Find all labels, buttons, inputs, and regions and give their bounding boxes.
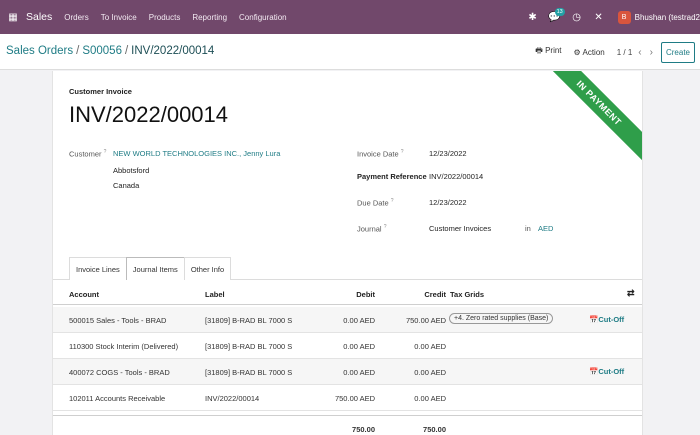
breadcrumb-separator: / xyxy=(76,45,80,57)
journal-field[interactable]: Customer Invoices xyxy=(429,224,491,233)
cell-credit: 0.00 AED xyxy=(414,394,446,403)
customer-address-city: Abbotsford xyxy=(113,166,150,175)
notebook-tabs: Invoice Lines Journal Items Other Info xyxy=(69,257,232,280)
user-name[interactable]: Bhushan (testrad2 xyxy=(635,13,700,22)
total-debit: 750.00 xyxy=(352,425,375,434)
breadcrumb-order[interactable]: S00056 xyxy=(82,45,122,57)
cell-account: 110300 Stock Interim (Delivered) xyxy=(69,342,179,351)
customer-address-country: Canada xyxy=(113,181,140,190)
breadcrumb: Sales Orders / S00056/INV/2022/00014 xyxy=(6,45,214,57)
app-name[interactable]: Sales xyxy=(26,11,52,23)
printer-icon: 🖶 xyxy=(535,46,543,55)
menu-to-invoice[interactable]: To Invoice xyxy=(101,13,137,22)
cell-debit: 750.00 AED xyxy=(334,394,375,403)
tools-icon[interactable]: ✕ xyxy=(590,12,608,23)
breadcrumb-current: INV/2022/00014 xyxy=(131,45,215,57)
invoice-form-sheet: IN PAYMENT Customer Invoice INV/2022/000… xyxy=(52,71,643,435)
calendar-icon: 📅 xyxy=(589,367,599,376)
tab-journal-items[interactable]: Journal Items xyxy=(125,257,185,280)
action-label: Action xyxy=(582,47,605,57)
column-label[interactable]: Label xyxy=(205,290,225,299)
invoice-date-field[interactable]: 12/23/2022 xyxy=(429,149,467,158)
avatar[interactable]: B xyxy=(617,10,631,24)
invoice-date-label: Invoice Date ? xyxy=(357,149,404,159)
breadcrumb-sales-orders[interactable]: Sales Orders xyxy=(6,45,73,57)
cell-credit: 0.00 AED xyxy=(414,342,446,351)
gear-icon: ⚙ xyxy=(573,47,581,57)
payment-reference-field[interactable]: INV/2022/00014 xyxy=(429,172,483,181)
menu-orders[interactable]: Orders xyxy=(64,13,88,22)
page-title: INV/2022/00014 xyxy=(69,102,229,127)
print-button[interactable]: 🖶 Print xyxy=(535,45,561,59)
chat-icon[interactable]: 💬 13 xyxy=(546,7,565,23)
cutoff-button[interactable]: 📅Cut-Off xyxy=(589,367,624,376)
table-row[interactable]: 400072 COGS - Tools - BRAD [31809] B-RAD… xyxy=(53,359,642,385)
action-button[interactable]: ⚙ Action xyxy=(574,48,605,57)
clock-icon[interactable]: ◷ xyxy=(568,12,586,23)
chat-count-badge: 13 xyxy=(554,7,565,16)
due-date-label: Due Date ? xyxy=(357,198,394,208)
table-row[interactable]: 500015 Sales - Tools - BRAD [31809] B-RA… xyxy=(53,307,642,333)
customer-field[interactable]: NEW WORLD TECHNOLOGIES INC., Jenny Lura xyxy=(113,149,280,158)
breadcrumb-separator: / xyxy=(124,45,129,57)
customer-label: Customer ? xyxy=(69,149,107,159)
cell-label: [31809] B-RAD BL 7000 S xyxy=(205,368,293,377)
menu-reporting[interactable]: Reporting xyxy=(192,13,227,22)
tab-other-info[interactable]: Other Info xyxy=(183,257,232,280)
due-date-field[interactable]: 12/23/2022 xyxy=(429,198,467,207)
cell-account: 500015 Sales - Tools - BRAD xyxy=(69,316,167,325)
cell-label: INV/2022/00014 xyxy=(205,394,260,403)
calendar-icon: 📅 xyxy=(589,315,599,324)
journal-in-text: in xyxy=(525,224,531,233)
cell-debit: 0.00 AED xyxy=(343,368,375,377)
table-row[interactable]: 110300 Stock Interim (Delivered) [31809]… xyxy=(53,333,642,359)
menu-products[interactable]: Products xyxy=(149,13,181,22)
cell-account: 400072 COGS - Tools - BRAD xyxy=(69,368,170,377)
cell-credit: 0.00 AED xyxy=(414,368,446,377)
cell-credit: 750.00 AED xyxy=(405,316,446,325)
total-credit: 750.00 xyxy=(423,425,446,434)
cutoff-label: Cut-Off xyxy=(598,367,625,376)
column-account[interactable]: Account xyxy=(69,290,99,299)
cell-label: [31809] B-RAD BL 7000 S xyxy=(205,342,293,351)
column-settings-icon[interactable]: ⇄ xyxy=(627,288,635,299)
payment-reference-label: Payment Reference xyxy=(357,172,427,181)
column-tax-grids[interactable]: Tax Grids xyxy=(450,290,484,299)
table-header: Account Label Debit Credit Tax Grids ⇄ xyxy=(53,283,642,305)
tax-grid-tag: +4. Zero rated supplies (Base) xyxy=(449,313,554,324)
cell-debit: 0.00 AED xyxy=(343,316,375,325)
apps-menu-icon[interactable]: ▦ xyxy=(0,12,26,23)
column-credit[interactable]: Credit xyxy=(396,290,446,299)
table-row[interactable]: 102011 Accounts Receivable INV/2022/0001… xyxy=(53,385,642,411)
currency-field[interactable]: AED xyxy=(538,224,553,233)
journal-label: Journal ? xyxy=(357,224,387,234)
pager-next-icon[interactable]: › xyxy=(650,47,653,58)
print-label: Print xyxy=(545,46,562,55)
cell-label: [31809] B-RAD BL 7000 S xyxy=(205,316,293,325)
document-type: Customer Invoice xyxy=(69,87,132,96)
menu-configuration[interactable]: Configuration xyxy=(239,13,287,22)
cutoff-button[interactable]: 📅Cut-Off xyxy=(589,315,624,324)
cutoff-label: Cut-Off xyxy=(598,315,625,324)
bug-icon[interactable]: ✱ xyxy=(524,12,542,23)
tab-invoice-lines[interactable]: Invoice Lines xyxy=(69,257,127,280)
control-panel: Sales Orders / S00056/INV/2022/00014 🖶 Pri… xyxy=(0,34,700,70)
cell-account: 102011 Accounts Receivable xyxy=(69,394,166,403)
create-button[interactable]: Create xyxy=(660,41,695,63)
top-navbar: ▦ Sales Orders To Invoice Products Repor… xyxy=(0,0,700,34)
pager-value[interactable]: 1 / 1 xyxy=(617,48,633,57)
status-ribbon: IN PAYMENT xyxy=(531,71,642,171)
pager-previous-icon[interactable]: ‹ xyxy=(638,47,641,58)
cell-debit: 0.00 AED xyxy=(343,342,375,351)
table-totals-row: 750.00 750.00 xyxy=(53,415,642,435)
column-debit[interactable]: Debit xyxy=(325,290,375,299)
